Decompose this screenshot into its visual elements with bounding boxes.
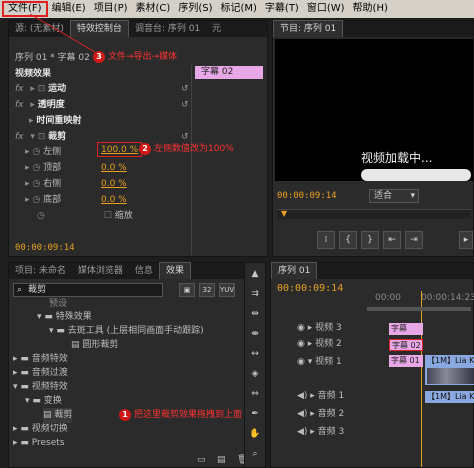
mark-out-button[interactable]: }	[361, 231, 379, 249]
folder-icon: ▾ ▬	[13, 382, 32, 392]
preset-icon: ▤	[71, 340, 83, 350]
annotation-text: 把这里裁剪效果拖拽到上面	[134, 410, 243, 420]
accelerated-effects-icon[interactable]: ▣	[179, 283, 195, 297]
tree-item-despeckle-tool[interactable]: ▾ ▬ 去斑工具 (上层相同画面手动跟踪)	[49, 324, 204, 339]
mark-in-button[interactable]: {	[339, 231, 357, 249]
track-video-1[interactable]: ◉ ▾ 视频 1	[297, 355, 342, 370]
program-tabs: 节目: 序列 01	[273, 20, 473, 37]
chevron-down-icon: ▾	[410, 191, 415, 201]
speaker-icon: ◀) ▸	[297, 427, 318, 437]
tree-item-circle-crop[interactable]: ▤ 圆形裁剪	[71, 338, 118, 353]
video-clip-label: 【1M】Lia K	[427, 356, 474, 365]
tree-item-presets-en[interactable]: ▸ ▬ Presets	[13, 436, 65, 451]
fit-dropdown-value: 适合	[374, 191, 393, 201]
zoom-tool-icon[interactable]: ⌕	[248, 449, 262, 459]
tab-project[interactable]: 项目: 未命名	[9, 263, 72, 279]
32bit-effects-icon[interactable]: 32	[199, 283, 215, 297]
title-clip-v2[interactable]: 字幕 02	[389, 339, 423, 351]
track-select-tool-icon[interactable]: ⇉	[248, 289, 262, 299]
tree-item-video-effects[interactable]: ▾ ▬ 视频特效	[13, 380, 68, 395]
tree-item-transform[interactable]: ▾ ▬ 变换	[25, 394, 62, 409]
track-audio-2[interactable]: ◀) ▸ 音频 2	[297, 407, 344, 422]
track-audio-3[interactable]: ◀) ▸ 音频 3	[297, 425, 344, 440]
audio-clip-a1[interactable]: 【1M】Lia K	[425, 391, 474, 403]
tab-media-browser[interactable]: 媒体浏览器	[72, 263, 129, 279]
razor-tool-icon[interactable]: ◈	[248, 369, 262, 379]
video-thumbnail	[427, 368, 474, 384]
ripple-edit-tool-icon[interactable]: ⇹	[248, 309, 262, 319]
selection-tool-icon[interactable]: ▲	[248, 269, 262, 279]
tree-item-audio-effects[interactable]: ▸ ▬ 音频特效	[13, 352, 68, 367]
program-monitor: 节目: 序列 01 视频加载中... 00:00:09:14 适合 ▾ ▼ ⁞ {…	[272, 20, 474, 257]
eye-icon: ◉ ▸	[297, 339, 316, 349]
tab-info[interactable]: 信息	[129, 263, 159, 279]
title-clip-v1[interactable]: 字幕 01	[389, 355, 423, 367]
speaker-icon: ◀) ▸	[297, 409, 318, 419]
rate-stretch-tool-icon[interactable]: ↔	[248, 349, 262, 359]
title-clip-v3[interactable]: 字幕	[389, 323, 423, 335]
hand-tool-icon[interactable]: ✋	[248, 429, 262, 439]
speaker-icon: ◀) ▸	[297, 391, 318, 401]
arrow-to-file-menu	[29, 13, 96, 53]
tree-item-video-transitions[interactable]: ▸ ▬ 视频切换	[13, 422, 68, 437]
more-controls-button[interactable]: ▸	[459, 231, 473, 249]
tree-item-audio-transitions[interactable]: ▸ ▬ 音频过渡	[13, 366, 68, 381]
track-audio-1[interactable]: ◀) ▸ 音频 1	[297, 389, 344, 404]
program-timecode[interactable]: 00:00:09:14	[277, 191, 337, 201]
tab-effects[interactable]: 效果	[158, 262, 191, 279]
tab-program[interactable]: 节目: 序列 01	[273, 20, 344, 37]
yuv-effects-icon[interactable]: YUV	[219, 283, 235, 297]
video-clip-v1[interactable]: 【1M】Lia K	[425, 355, 474, 385]
effect-icon: ▤	[43, 410, 55, 420]
timeline-panel: 序列 01 00:00:09:14 00:00 00:00:14:23 ◉ ▸ …	[119, 262, 474, 468]
folder-icon: ▸ ▬	[13, 438, 32, 448]
ruler-end: 00:00:14:23	[421, 293, 474, 303]
new-bin-icon[interactable]: ▭	[197, 455, 213, 465]
tab-sequence[interactable]: 序列 01	[271, 262, 318, 279]
loading-bar	[361, 169, 471, 181]
playhead-icon[interactable]: ▼	[281, 210, 287, 218]
slip-tool-icon[interactable]: ⇔	[248, 389, 262, 399]
effects-search-value: 裁剪	[28, 285, 47, 295]
project-tabs: 项目: 未命名 媒体浏览器 信息 效果	[9, 262, 263, 279]
track-video-2[interactable]: ◉ ▸ 视频 2	[297, 337, 342, 352]
work-area-bar[interactable]	[367, 307, 471, 311]
program-viewer: 视频加载中...	[275, 39, 473, 181]
pen-tool-icon[interactable]: ✒	[248, 409, 262, 419]
effects-search-input[interactable]: ⌕ 裁剪	[13, 283, 163, 297]
tree-item-special-effects[interactable]: ▾ ▬ 特殊效果	[37, 310, 92, 325]
eye-icon: ◉ ▸	[297, 323, 316, 333]
step-back-button[interactable]: ⁞	[317, 231, 335, 249]
ruler-start: 00:00	[375, 293, 401, 303]
new-item-icon[interactable]: ▤	[217, 455, 233, 465]
annotation-step-1: 1 把这里裁剪效果拖拽到上面	[119, 407, 242, 421]
effects-panel: 项目: 未命名 媒体浏览器 信息 效果 ⌕ 裁剪 ▣ 32 YUV 预设 ▾ ▬…	[8, 262, 264, 468]
loading-text: 视频加载中...	[361, 151, 433, 165]
goto-out-button[interactable]: ⇥	[405, 231, 423, 249]
playhead-line[interactable]	[421, 291, 422, 467]
search-icon: ⌕	[17, 285, 23, 295]
fit-dropdown[interactable]: 适合 ▾	[369, 189, 419, 203]
rolling-edit-tool-icon[interactable]: ⇼	[248, 329, 262, 339]
tools-panel: ▲ ⇉ ⇹ ⇼ ↔ ◈ ⇔ ✒ ✋ ⌕	[244, 262, 266, 468]
step-number: 1	[119, 408, 131, 421]
goto-in-button[interactable]: ⇤	[383, 231, 401, 249]
eye-icon: ◉ ▾	[297, 357, 316, 367]
folder-icon: ▸ ▬	[13, 368, 32, 378]
tree-item-crop[interactable]: ▤ 裁剪	[43, 408, 73, 423]
folder-icon: ▾ ▬	[25, 396, 44, 406]
timeline-tabs: 序列 01	[271, 262, 473, 279]
program-timeline-ruler[interactable]: ▼	[277, 209, 471, 219]
track-video-3[interactable]: ◉ ▸ 视频 3	[297, 321, 342, 336]
folder-icon: ▸ ▬	[13, 424, 32, 434]
folder-icon: ▸ ▬	[13, 354, 32, 364]
folder-icon: ▾ ▬	[37, 312, 56, 322]
folder-icon: ▾ ▬	[49, 326, 68, 336]
timeline-timecode[interactable]: 00:00:09:14	[277, 283, 343, 294]
